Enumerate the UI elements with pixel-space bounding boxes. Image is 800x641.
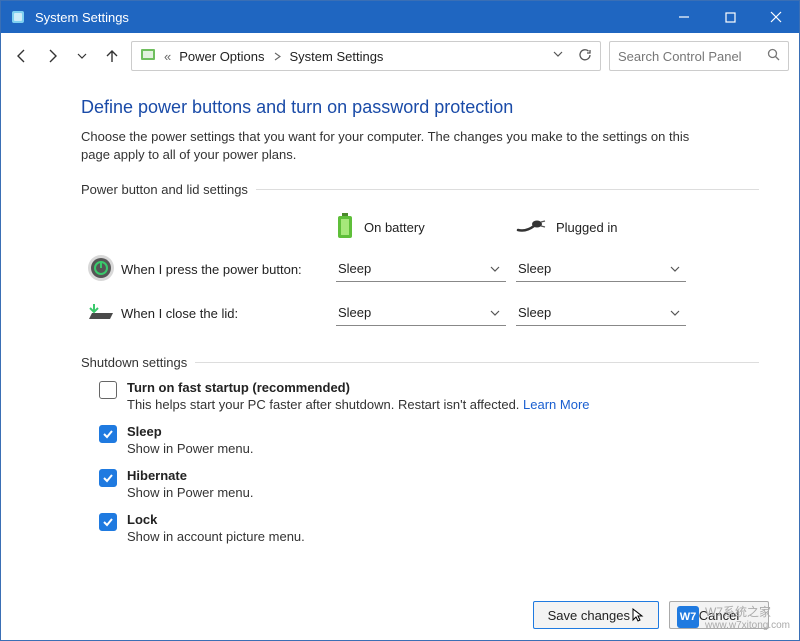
content-area: Define power buttons and turn on passwor…: [1, 79, 799, 590]
option-fast-startup: Turn on fast startup (recommended) This …: [99, 380, 759, 412]
chevron-down-icon: [670, 264, 680, 274]
option-fast-startup-subtitle: This helps start your PC faster after sh…: [127, 397, 590, 412]
option-hibernate-title: Hibernate: [127, 468, 253, 483]
forward-button[interactable]: [41, 45, 63, 67]
checkbox-sleep[interactable]: [99, 425, 117, 443]
plug-icon: [516, 218, 546, 237]
group-shutdown-settings: Shutdown settings: [81, 355, 759, 370]
shutdown-options: Turn on fast startup (recommended) This …: [81, 380, 759, 544]
group-shutdown-settings-label: Shutdown settings: [81, 355, 187, 370]
row-close-lid: When I close the lid: Sleep Sleep: [81, 291, 759, 335]
checkbox-hibernate[interactable]: [99, 469, 117, 487]
search-placeholder: Search Control Panel: [618, 49, 759, 64]
minimize-button[interactable]: [661, 1, 707, 33]
select-close-lid-battery-value: Sleep: [338, 305, 371, 320]
close-button[interactable]: [753, 1, 799, 33]
select-power-button-battery-value: Sleep: [338, 261, 371, 276]
search-icon: [767, 48, 780, 64]
chevron-down-icon: [490, 308, 500, 318]
page-heading: Define power buttons and turn on passwor…: [81, 97, 759, 118]
maximize-button[interactable]: [707, 1, 753, 33]
breadcrumb-root-sep: «: [164, 49, 171, 64]
lid-icon: [86, 301, 116, 326]
window-title: System Settings: [35, 10, 129, 25]
cursor-icon: [632, 608, 644, 622]
option-sleep-title: Sleep: [127, 424, 253, 439]
save-changes-button[interactable]: Save changes: [533, 601, 659, 629]
page-description: Choose the power settings that you want …: [81, 128, 721, 164]
column-on-battery-label: On battery: [364, 220, 425, 235]
option-sleep: Sleep Show in Power menu.: [99, 424, 759, 456]
column-on-battery: On battery: [336, 213, 516, 242]
select-close-lid-plugged[interactable]: Sleep: [516, 300, 686, 326]
checkbox-lock[interactable]: [99, 513, 117, 531]
option-hibernate: Hibernate Show in Power menu.: [99, 468, 759, 500]
control-panel-icon: [140, 47, 156, 66]
chevron-down-icon: [490, 264, 500, 274]
window-frame: System Settings « Power Options System S…: [0, 0, 800, 641]
column-plugged-in: Plugged in: [516, 218, 696, 237]
chevron-right-icon: [273, 49, 282, 64]
refresh-button[interactable]: [578, 48, 592, 65]
address-bar[interactable]: « Power Options System Settings: [131, 41, 601, 71]
toolbar: « Power Options System Settings Search C…: [1, 33, 799, 79]
option-lock-subtitle: Show in account picture menu.: [127, 529, 305, 544]
titlebar: System Settings: [1, 1, 799, 33]
breadcrumb-power-options[interactable]: Power Options: [179, 49, 264, 64]
select-power-button-plugged[interactable]: Sleep: [516, 256, 686, 282]
power-settings-grid: On battery Plugged in When I press the p…: [81, 207, 759, 335]
column-plugged-in-label: Plugged in: [556, 220, 617, 235]
option-fast-startup-title: Turn on fast startup (recommended): [127, 380, 590, 395]
up-button[interactable]: [101, 45, 123, 67]
power-button-icon: [87, 254, 115, 285]
option-lock: Lock Show in account picture menu.: [99, 512, 759, 544]
option-hibernate-subtitle: Show in Power menu.: [127, 485, 253, 500]
select-close-lid-battery[interactable]: Sleep: [336, 300, 506, 326]
group-power-button-lid-label: Power button and lid settings: [81, 182, 248, 197]
select-power-button-battery[interactable]: Sleep: [336, 256, 506, 282]
option-lock-title: Lock: [127, 512, 305, 527]
search-box[interactable]: Search Control Panel: [609, 41, 789, 71]
back-button[interactable]: [11, 45, 33, 67]
row-close-lid-label: When I close the lid:: [121, 306, 336, 321]
battery-icon: [336, 213, 354, 242]
cancel-button[interactable]: Cancel: [669, 601, 769, 629]
learn-more-link[interactable]: Learn More: [523, 397, 589, 412]
select-close-lid-plugged-value: Sleep: [518, 305, 551, 320]
row-power-button: When I press the power button: Sleep Sle…: [81, 247, 759, 291]
address-dropdown-button[interactable]: [552, 48, 564, 65]
recent-dropdown-button[interactable]: [71, 45, 93, 67]
select-power-button-plugged-value: Sleep: [518, 261, 551, 276]
chevron-down-icon: [670, 308, 680, 318]
option-sleep-subtitle: Show in Power menu.: [127, 441, 253, 456]
breadcrumb-system-settings[interactable]: System Settings: [290, 49, 384, 64]
group-power-button-lid: Power button and lid settings: [81, 182, 759, 197]
footer: Save changes Cancel: [1, 590, 799, 640]
checkbox-fast-startup[interactable]: [99, 381, 117, 399]
save-changes-label: Save changes: [548, 608, 630, 623]
row-power-button-label: When I press the power button:: [121, 262, 336, 277]
app-icon: [9, 8, 27, 26]
